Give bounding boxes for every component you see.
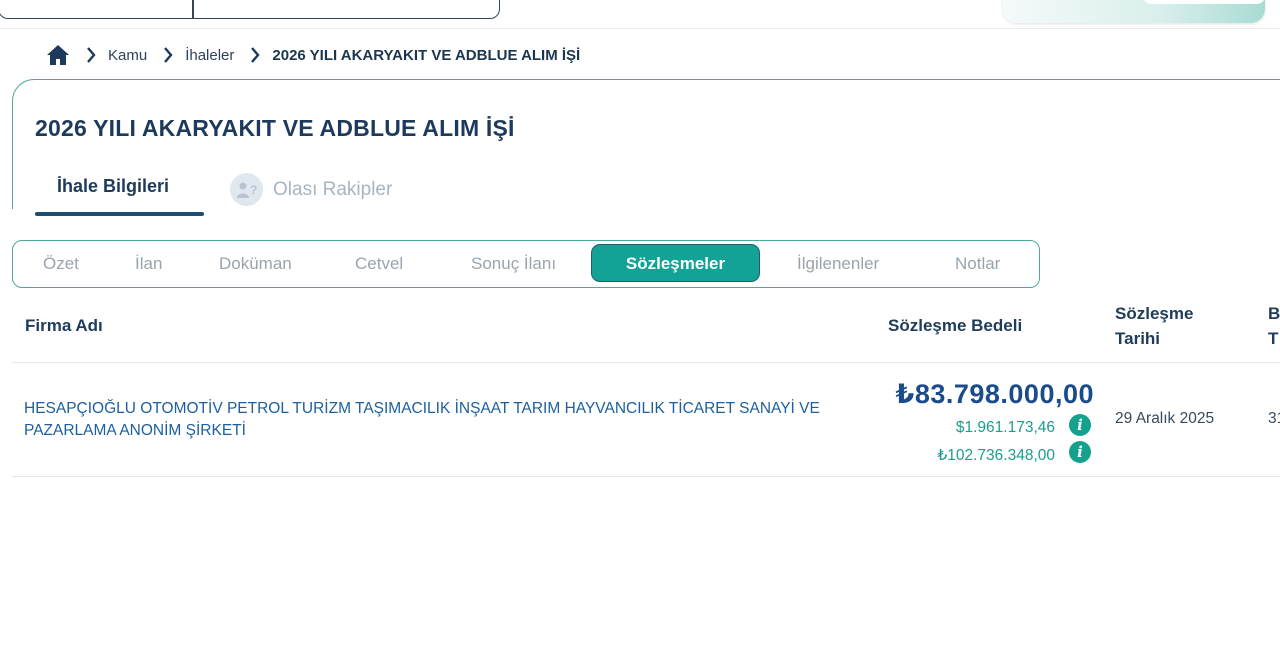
breadcrumb-current: 2026 YILI AKARYAKIT VE ADBLUE ALIM İŞİ (272, 46, 581, 64)
subtab-sonuc-ilani[interactable]: Sonuç İlanı (471, 241, 556, 286)
header-divider (0, 28, 1280, 29)
table-header (12, 290, 1280, 363)
users-question-icon: ? (230, 173, 263, 206)
chevron-right-icon (163, 47, 173, 63)
header-line: Tarihi (1115, 329, 1161, 348)
firm-name-line: HESAPÇIOĞLU OTOMOTİV PETROL TURİZM TAŞIM… (24, 400, 820, 417)
top-right-panel[interactable] (1003, 0, 1265, 23)
sub-tabs: Özet İlan Doküman Cetvel Sonuç İlanı Söz… (12, 240, 1040, 288)
breadcrumb-ihaleler[interactable]: İhaleler (185, 47, 234, 64)
header-line: T (1268, 329, 1279, 348)
page-title: 2026 YILI AKARYAKIT VE ADBLUE ALIM İŞİ (35, 115, 515, 141)
subtab-dokuman[interactable]: Doküman (219, 241, 292, 286)
tab-label: Olası Rakipler (273, 178, 393, 200)
info-icon[interactable]: i (1069, 414, 1091, 436)
breadcrumb-kamu[interactable]: Kamu (108, 47, 147, 64)
subtab-sozlesmeler[interactable]: Sözleşmeler (591, 244, 760, 282)
next-column-value: 31 (1268, 410, 1280, 427)
header-sozlesme-tarihi[interactable]: Sözleşme Tarihi (1115, 301, 1193, 351)
subtab-ilan[interactable]: İlan (135, 241, 162, 286)
tab-olasi-rakipler[interactable]: ? Olası Rakipler (230, 173, 392, 206)
contract-amount-usd: $1.961.173,46 (955, 419, 1055, 436)
contract-date: 29 Aralık 2025 (1115, 410, 1215, 427)
search-divider (192, 0, 194, 18)
header-line: Sözleşme (1115, 304, 1194, 323)
breadcrumb: Kamu İhaleler 2026 YILI AKARYAKIT VE ADB… (46, 42, 580, 68)
tab-ihale-bilgileri[interactable]: İhale Bilgileri (35, 174, 204, 216)
header-firma-adi[interactable]: Firma Adı (25, 313, 103, 338)
contract-amount: ₺83.798.000,00 (895, 379, 1094, 409)
firm-name-link[interactable]: HESAPÇIOĞLU OTOMOTİV PETROL TURİZM TAŞIM… (24, 398, 844, 442)
subtab-ilgilenenler[interactable]: İlgilenenler (797, 241, 879, 286)
subtab-notlar[interactable]: Notlar (955, 241, 1000, 286)
chevron-right-icon (250, 47, 260, 63)
subtab-cetvel[interactable]: Cetvel (355, 241, 403, 286)
subtab-ozet[interactable]: Özet (43, 241, 79, 286)
contract-amount-updated: ₺102.736.348,00 (937, 447, 1055, 464)
top-search-bar[interactable] (0, 0, 500, 19)
firm-name-line: PAZARLAMA ANONİM ŞİRKETİ (24, 422, 246, 439)
tab-label: İhale Bilgileri (57, 176, 170, 196)
active-tab-underline (35, 212, 204, 216)
header-line: B (1268, 304, 1280, 323)
header-next-column[interactable]: B T (1268, 301, 1280, 351)
header-sozlesme-bedeli[interactable]: Sözleşme Bedeli (888, 313, 1022, 338)
top-right-inner (1143, 0, 1265, 4)
info-icon[interactable]: i (1069, 441, 1091, 463)
svg-text:?: ? (250, 183, 257, 197)
chevron-right-icon (86, 47, 96, 63)
home-icon[interactable] (46, 44, 70, 66)
